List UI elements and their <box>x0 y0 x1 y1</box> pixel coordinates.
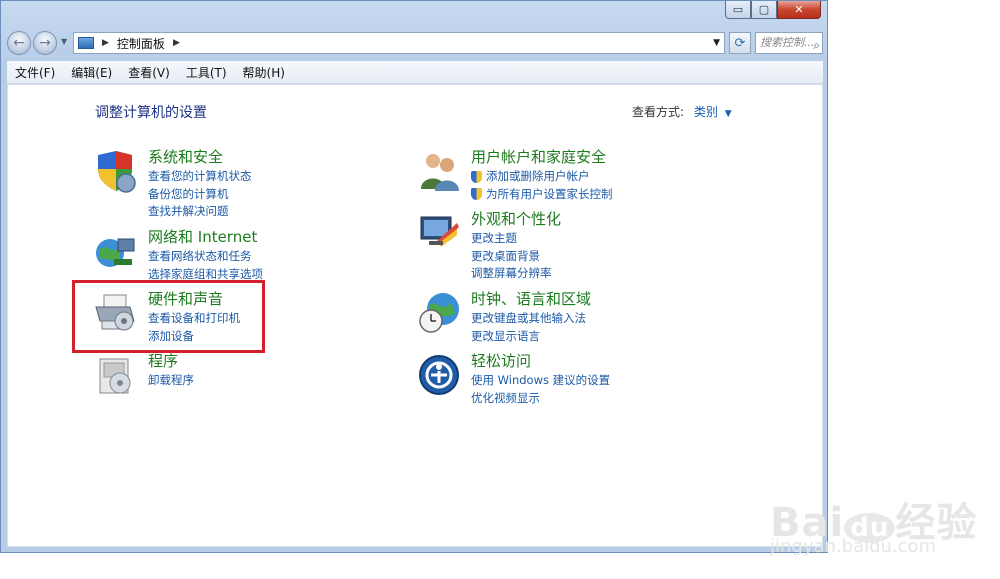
globe-network-icon[interactable] <box>94 229 138 273</box>
control-panel-window: ▭ ▢ ✕ ← → ▼ ▶ 控制面板 ▶ ▼ ⟳ 搜索控制... ⌕ 文件(F)… <box>0 0 828 553</box>
link-screen-resolution[interactable]: 调整屏幕分辨率 <box>471 265 561 283</box>
view-by: 查看方式: 类别 ▼ <box>632 103 732 120</box>
link-add-remove-accounts[interactable]: 添加或删除用户帐户 <box>471 168 613 186</box>
address-bar[interactable]: ▶ 控制面板 ▶ ▼ <box>73 32 725 54</box>
link-check-status[interactable]: 查看您的计算机状态 <box>148 168 252 186</box>
category-heading[interactable]: 网络和 Internet <box>148 228 263 247</box>
navigation-bar: ← → ▼ ▶ 控制面板 ▶ ▼ ⟳ 搜索控制... ⌕ <box>7 29 823 57</box>
address-dropdown[interactable]: ▼ <box>713 38 720 48</box>
search-icon[interactable]: ⌕ <box>813 35 820 55</box>
breadcrumb-separator[interactable]: ▶ <box>102 38 109 48</box>
category-heading[interactable]: 轻松访问 <box>471 352 610 371</box>
uac-shield-icon <box>471 188 482 201</box>
search-input[interactable]: 搜索控制... ⌕ <box>755 32 823 54</box>
users-icon[interactable] <box>417 149 461 193</box>
category-heading[interactable]: 系统和安全 <box>148 148 252 167</box>
refresh-icon: ⟳ <box>734 35 746 51</box>
category-heading[interactable]: 外观和个性化 <box>471 210 561 229</box>
menu-bar: 文件(F) 编辑(E) 查看(V) 工具(T) 帮助(H) <box>7 61 823 84</box>
link-uninstall[interactable]: 卸载程序 <box>148 372 194 390</box>
watermark-url: jingyan.baidu.com <box>770 536 937 557</box>
clock-globe-icon[interactable] <box>417 291 461 335</box>
recent-pages-dropdown[interactable]: ▼ <box>61 37 67 46</box>
page-title: 调整计算机的设置 <box>95 105 207 121</box>
link-troubleshoot[interactable]: 查找并解决问题 <box>148 203 252 221</box>
link-change-theme[interactable]: 更改主题 <box>471 230 561 248</box>
back-button[interactable]: ← <box>7 31 31 55</box>
forward-button[interactable]: → <box>33 31 57 55</box>
arrow-right-icon: → <box>39 35 51 51</box>
category-heading[interactable]: 时钟、语言和区域 <box>471 290 591 309</box>
caption-buttons: ▭ ▢ ✕ <box>725 1 821 19</box>
maximize-button[interactable]: ▢ <box>751 1 777 19</box>
view-by-label: 查看方式: <box>632 105 685 119</box>
link-optimize-display[interactable]: 优化视频显示 <box>471 390 610 408</box>
accessibility-icon[interactable] <box>417 353 461 397</box>
view-by-selector[interactable]: 类别 <box>694 105 718 119</box>
shield-icon[interactable] <box>94 149 138 193</box>
control-panel-icon <box>78 37 94 49</box>
monitor-icon[interactable] <box>417 211 461 255</box>
category-heading[interactable]: 程序 <box>148 352 194 371</box>
breadcrumb-control-panel[interactable]: 控制面板 <box>117 35 165 52</box>
link-display-language[interactable]: 更改显示语言 <box>471 328 591 346</box>
menu-edit[interactable]: 编辑(E) <box>63 64 120 81</box>
search-placeholder: 搜索控制... <box>760 36 815 49</box>
chevron-down-icon[interactable]: ▼ <box>725 109 732 119</box>
highlight-box <box>72 280 265 353</box>
category-heading[interactable]: 用户帐户和家庭安全 <box>471 148 613 167</box>
link-parental-controls[interactable]: 为所有用户设置家长控制 <box>471 186 613 204</box>
programs-icon[interactable] <box>94 353 138 397</box>
menu-tools[interactable]: 工具(T) <box>178 64 235 81</box>
link-recommended-settings[interactable]: 使用 Windows 建议的设置 <box>471 372 610 390</box>
menu-file[interactable]: 文件(F) <box>7 64 63 81</box>
refresh-button[interactable]: ⟳ <box>729 32 751 54</box>
link-backup[interactable]: 备份您的计算机 <box>148 186 252 204</box>
close-button[interactable]: ✕ <box>777 1 821 19</box>
uac-shield-icon <box>471 170 482 183</box>
menu-view[interactable]: 查看(V) <box>120 64 178 81</box>
arrow-left-icon: ← <box>13 35 25 51</box>
menu-help[interactable]: 帮助(H) <box>235 64 293 81</box>
baidu-watermark: Bai du 经验 jingyan.baidu.com <box>770 470 990 560</box>
minimize-button[interactable]: ▭ <box>725 1 751 19</box>
link-network-status[interactable]: 查看网络状态和任务 <box>148 248 263 266</box>
link-desktop-background[interactable]: 更改桌面背景 <box>471 248 561 266</box>
breadcrumb-separator[interactable]: ▶ <box>173 38 180 48</box>
link-change-keyboard[interactable]: 更改键盘或其他输入法 <box>471 310 591 328</box>
